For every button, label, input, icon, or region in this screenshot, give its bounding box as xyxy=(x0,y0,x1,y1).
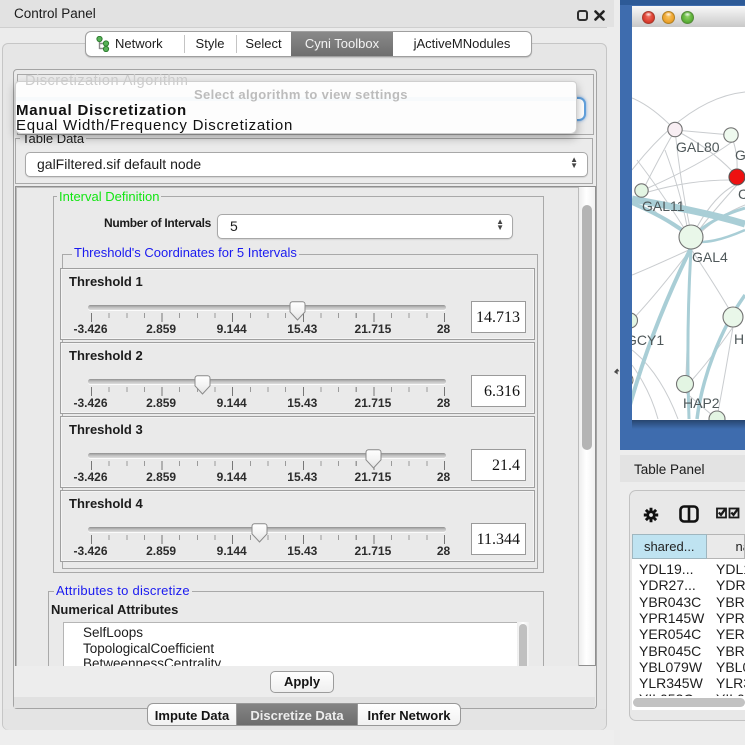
svg-text:HI: HI xyxy=(734,331,745,347)
svg-text:GAL4: GAL4 xyxy=(692,249,728,265)
svg-text:HAP2: HAP2 xyxy=(683,395,720,411)
svg-text:CY: CY xyxy=(738,186,745,202)
svg-text:GAL80: GAL80 xyxy=(676,139,720,155)
svg-text:GAL11: GAL11 xyxy=(642,198,685,214)
svg-text:GCY1: GCY1 xyxy=(632,332,664,348)
svg-text:GAL7: GAL7 xyxy=(735,147,745,163)
